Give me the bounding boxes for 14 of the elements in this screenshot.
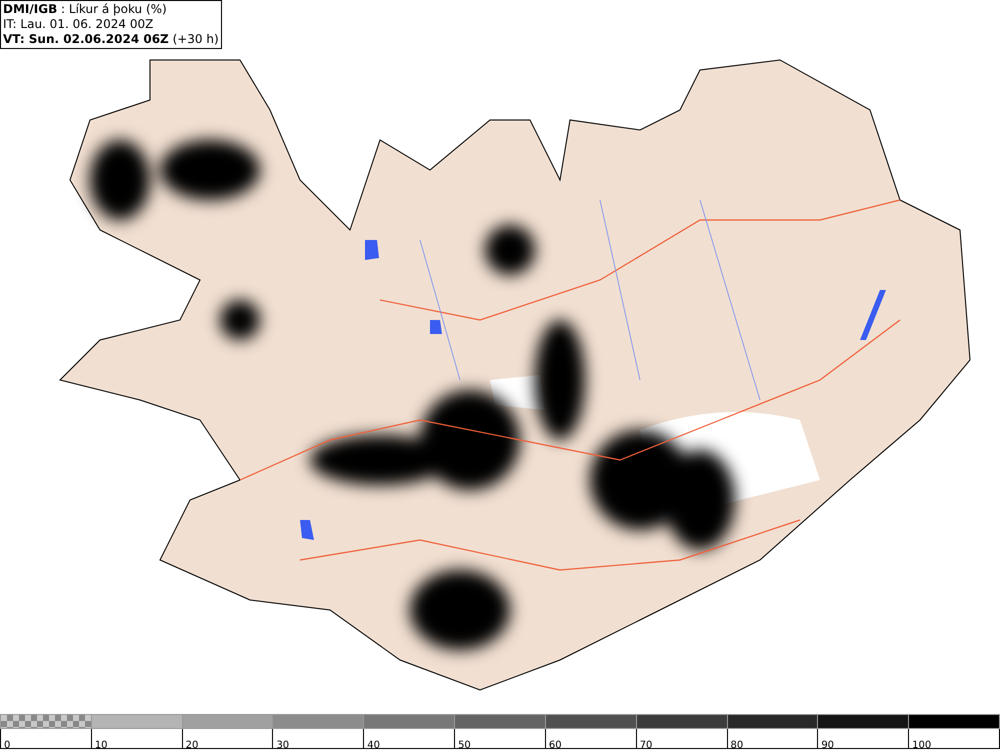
legend-label: 90 bbox=[821, 740, 834, 750]
legend-label: 100 bbox=[912, 740, 932, 750]
header-line: VT: Sun. 02.06.2024 06Z (+30 h) bbox=[3, 32, 219, 47]
legend-label: 0 bbox=[4, 740, 10, 750]
legend-label: 20 bbox=[186, 740, 198, 750]
legend-label: 50 bbox=[458, 740, 471, 750]
header-line: DMI/IGB : Líkur á þoku (%) bbox=[3, 2, 168, 17]
legend-label: 60 bbox=[548, 740, 562, 750]
legend-label: 30 bbox=[276, 740, 290, 750]
legend-label: 70 bbox=[640, 740, 652, 750]
legend-label: 10 bbox=[94, 740, 108, 750]
legend-label: 80 bbox=[730, 740, 744, 750]
header-line: IT: Lau. 01. 06. 2024 00Z bbox=[3, 17, 154, 32]
legend-label: 40 bbox=[367, 740, 380, 750]
